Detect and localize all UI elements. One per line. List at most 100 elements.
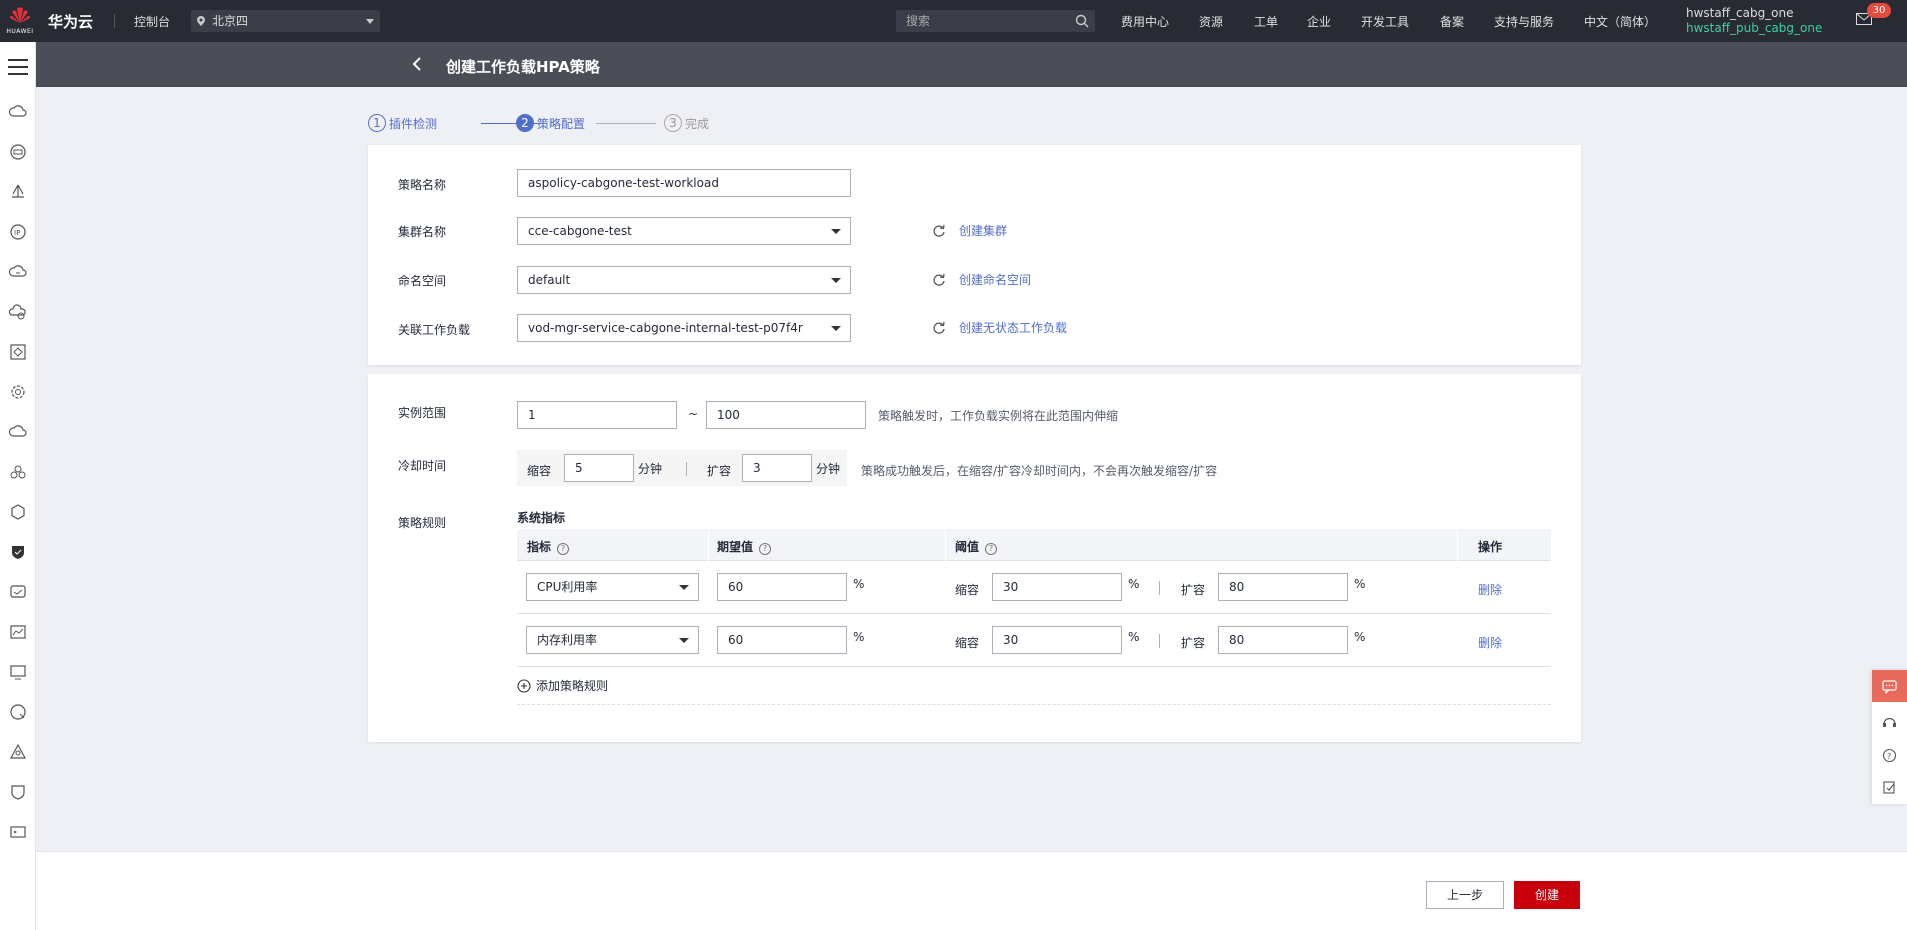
user-account[interactable]: hwstaff_cabg_one hwstaff_pub_cabg_one (1686, 6, 1822, 36)
percent-unit: % (1354, 630, 1366, 644)
column-label: 阈值 (955, 540, 980, 554)
console-link[interactable]: 控制台 (134, 13, 170, 30)
scale-out-label: 扩容 (707, 464, 732, 478)
container-icon[interactable] (8, 502, 28, 522)
security-shield-icon[interactable] (8, 542, 28, 562)
deploy-icon[interactable] (8, 182, 28, 202)
delete-rule-link[interactable]: 删除 (1478, 634, 1502, 651)
workload-select[interactable]: vod-mgr-service-cabgone-internal-test-p0… (517, 314, 851, 342)
nav-language[interactable]: 中文（简体） (1584, 13, 1656, 30)
namespace-label: 命名空间 (398, 274, 447, 288)
scale-out-threshold-input[interactable]: 80 (1218, 626, 1348, 654)
column-expected: 期望值? (717, 538, 772, 555)
instance-max-input[interactable]: 100 (706, 401, 866, 429)
user-name: hwstaff_cabg_one (1686, 6, 1794, 20)
step-policy-config: 2 策略配置 (516, 114, 585, 132)
scale-in-threshold-input[interactable]: 30 (992, 626, 1122, 654)
nav-icp[interactable]: 备案 (1440, 13, 1464, 30)
region-label: 北京四 (212, 14, 249, 28)
expected-value-input[interactable]: 60 (717, 626, 847, 654)
system-metrics-title: 系统指标 (517, 511, 566, 525)
cluster-label: 集群名称 (398, 225, 447, 239)
help-icon[interactable]: ? (985, 543, 998, 555)
add-rule-button[interactable]: 添加策略规则 (517, 677, 608, 693)
back-arrow-icon[interactable] (411, 56, 423, 72)
metric-select[interactable]: CPU利用率 (526, 573, 699, 601)
user-sub-account: hwstaff_pub_cabg_one (1686, 21, 1823, 35)
column-label: 指标 (527, 540, 552, 554)
badge-shield-icon[interactable] (8, 782, 28, 802)
divider (1159, 581, 1160, 595)
scale-in-cooldown-input[interactable]: 5 (564, 454, 634, 482)
step-label: 插件检测 (389, 116, 438, 131)
create-button[interactable]: 创建 (1514, 881, 1580, 909)
refresh-icon[interactable] (932, 224, 946, 238)
metric-value: CPU利用率 (537, 580, 598, 594)
cluster-icon[interactable] (8, 462, 28, 482)
help-icon[interactable]: ? (557, 543, 570, 555)
step-number: 3 (664, 114, 682, 132)
cooldown-hint: 策略成功触发后，在缩容/扩容冷却时间内，不会再次触发缩容/扩容 (861, 464, 1218, 478)
workload-label: 关联工作负载 (398, 323, 471, 337)
settings-cog-icon[interactable] (8, 382, 28, 402)
delete-rule-link[interactable]: 删除 (1478, 581, 1502, 598)
refresh-icon[interactable] (932, 273, 946, 287)
feedback-icon[interactable] (1882, 780, 1897, 795)
brand-name[interactable]: 华为云 (48, 11, 93, 32)
metric-select[interactable]: 内存利用率 (526, 626, 699, 654)
scale-in-label: 缩容 (527, 464, 552, 478)
nav-resources[interactable]: 资源 (1199, 13, 1223, 30)
cluster-select[interactable]: cce-cabgone-test (517, 217, 851, 245)
search-input[interactable]: 搜索 (896, 10, 1095, 32)
nav-enterprise[interactable]: 企业 (1307, 13, 1331, 30)
instance-min-input[interactable]: 1 (517, 401, 677, 429)
nav-billing[interactable]: 费用中心 (1121, 13, 1169, 30)
help-icon[interactable]: ? (1882, 748, 1897, 763)
create-workload-link[interactable]: 创建无状态工作负载 (959, 319, 1067, 336)
svg-text:IP: IP (14, 229, 20, 237)
nav-dev-tools[interactable]: 开发工具 (1361, 13, 1409, 30)
cloud-service-icon[interactable] (8, 422, 28, 442)
nav-support[interactable]: 支持与服务 (1494, 13, 1554, 30)
network-icon[interactable] (8, 342, 28, 362)
table-row: 内存利用率 60 % 缩容 30 % 扩容 80 % 删除 (517, 614, 1551, 667)
search-circle-icon[interactable] (8, 702, 28, 722)
screen-icon[interactable] (8, 662, 28, 682)
chat-button[interactable] (1872, 670, 1907, 702)
chevron-down-icon (831, 229, 841, 234)
step-label: 策略配置 (537, 116, 586, 131)
policy-name-input[interactable]: aspolicy-cabgone-test-workload (517, 169, 851, 197)
create-namespace-link[interactable]: 创建命名空间 (959, 271, 1031, 288)
create-cluster-link[interactable]: 创建集群 (959, 222, 1007, 239)
scale-out-unit: 分钟 (816, 462, 841, 476)
help-icon[interactable]: ? (759, 543, 772, 555)
terminal-icon[interactable] (8, 822, 28, 842)
refresh-icon[interactable] (932, 321, 946, 335)
previous-step-button[interactable]: 上一步 (1426, 881, 1504, 909)
hybrid-cloud-icon[interactable] (8, 302, 28, 322)
scale-out-cooldown-input[interactable]: 3 (742, 454, 812, 482)
analytics-icon[interactable] (8, 622, 28, 642)
region-selector[interactable]: 北京四 (191, 10, 380, 32)
ecs-icon[interactable] (8, 142, 28, 162)
ip-icon[interactable]: IP (8, 222, 28, 242)
policy-rules-label: 策略规则 (398, 516, 447, 530)
topology-icon[interactable] (8, 742, 28, 762)
menu-icon[interactable] (8, 59, 28, 75)
headset-icon[interactable] (1882, 715, 1897, 730)
search-icon[interactable] (1075, 14, 1089, 28)
nav-tickets[interactable]: 工单 (1254, 13, 1278, 30)
namespace-select[interactable]: default (517, 266, 851, 294)
scale-in-threshold-input[interactable]: 30 (992, 573, 1122, 601)
huawei-logo[interactable]: HUAWEI (0, 0, 40, 42)
metric-value: 内存利用率 (537, 633, 598, 647)
cloud-icon[interactable] (8, 102, 28, 122)
monitor-icon[interactable] (8, 582, 28, 602)
cloud-sync-icon[interactable] (8, 262, 28, 282)
divider (114, 14, 115, 28)
expected-value-input[interactable]: 60 (717, 573, 847, 601)
divider (517, 704, 1551, 705)
column-divider (1457, 529, 1458, 561)
step-complete: 3 完成 (664, 114, 709, 132)
scale-out-threshold-input[interactable]: 80 (1218, 573, 1348, 601)
